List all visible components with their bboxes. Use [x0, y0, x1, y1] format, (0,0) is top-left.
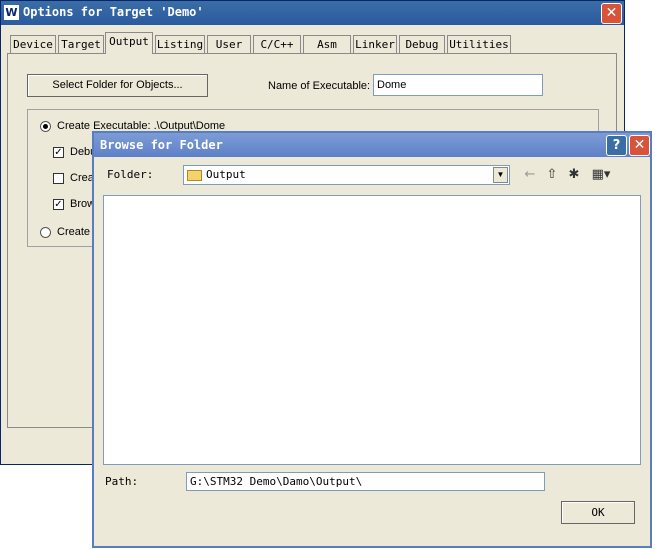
path-label: Path: — [105, 475, 139, 488]
ok-button[interactable]: OK — [561, 501, 635, 524]
create-exec-radio[interactable] — [40, 121, 51, 132]
options-title: Options for Target 'Demo' — [23, 5, 204, 19]
tab-utilities[interactable]: Utilities — [447, 35, 511, 53]
folder-icon — [187, 169, 202, 181]
create-hex-label: Crea — [70, 172, 94, 184]
name-exec-input[interactable]: Dome — [373, 74, 543, 96]
name-exec-label: Name of Executable: — [268, 80, 371, 92]
select-folder-button[interactable]: Select Folder for Objects... — [27, 74, 208, 97]
help-icon[interactable]: ? — [606, 135, 627, 156]
back-arrow-icon[interactable]: ← — [521, 167, 539, 183]
create-hex-checkbox[interactable] — [53, 173, 64, 184]
tab-linker[interactable]: Linker — [353, 35, 397, 53]
path-input[interactable]: G:\STM32 Demo\Damo\Output\ — [186, 472, 545, 491]
tab-listing[interactable]: Listing — [155, 35, 205, 53]
view-menu-icon[interactable]: ▦▾ — [589, 167, 613, 183]
up-folder-icon[interactable]: ⇧ — [543, 167, 561, 183]
tab-asm[interactable]: Asm — [303, 35, 351, 53]
browse-info-checkbox[interactable]: ✓ — [53, 199, 64, 210]
browse-title: Browse for Folder — [100, 138, 223, 152]
close-icon[interactable]: ✕ — [601, 3, 622, 24]
tab-output[interactable]: Output — [105, 32, 153, 54]
browse-title-bar: Browse for Folder ? ✕ — [94, 133, 650, 157]
folder-select[interactable]: Output ▼ — [183, 165, 510, 185]
tab-c-cpp[interactable]: C/C++ — [253, 35, 301, 53]
chevron-down-icon[interactable]: ▼ — [493, 167, 508, 183]
tab-user[interactable]: User — [207, 35, 251, 53]
tab-target[interactable]: Target — [58, 35, 104, 53]
folder-list[interactable] — [103, 195, 641, 465]
folder-select-value: Output — [206, 168, 246, 181]
create-lib-radio[interactable] — [40, 227, 51, 238]
close-icon[interactable]: ✕ — [629, 135, 650, 156]
debug-info-checkbox[interactable]: ✓ — [53, 147, 64, 158]
browse-folder-dialog: Browse for Folder ? ✕ Folder: Output ▼ ←… — [92, 131, 652, 548]
create-lib-label: Create l — [57, 226, 96, 238]
new-folder-icon[interactable]: ✱ — [565, 167, 583, 183]
tab-device[interactable]: Device — [10, 35, 56, 53]
folder-label: Folder: — [107, 168, 154, 181]
options-title-bar: W Options for Target 'Demo' ✕ — [1, 1, 624, 25]
tab-debug[interactable]: Debug — [399, 35, 445, 53]
app-icon: W — [4, 5, 19, 20]
